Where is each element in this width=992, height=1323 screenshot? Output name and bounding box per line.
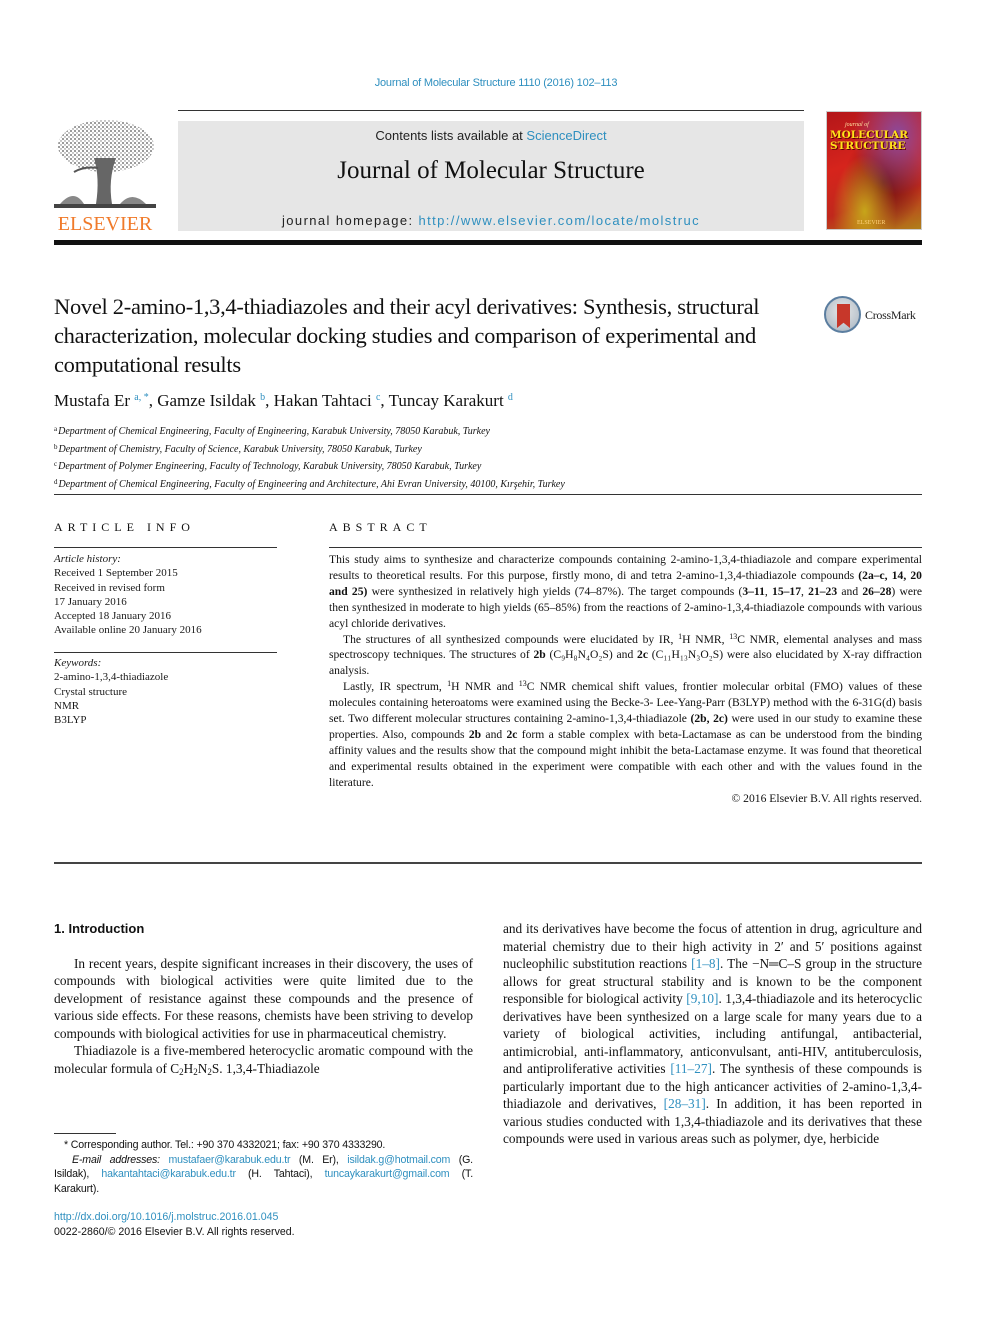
journal-title: Journal of Molecular Structure [337,157,645,184]
keyword: Crystal structure [54,685,128,698]
affiliation-text: Department of Polymer Engineering, Facul… [58,461,482,472]
reference-link[interactable]: [1–8] [691,956,720,971]
abstract-paragraph: This study aims to synthesize and charac… [329,553,922,630]
body-paragraph: Thiadiazole is a five-membered heterocyc… [54,1043,473,1077]
body-column-right: and its derivatives have become the focu… [503,920,922,1148]
crossmark-ribbon-icon [837,304,850,328]
doi-link[interactable]: http://dx.doi.org/10.1016/j.molstruc.201… [54,1211,278,1223]
affiliation: dDepartment of Chemical Engineering, Fac… [54,475,754,493]
author-name[interactable]: Tuncay Karakurt [389,391,504,410]
header-rule-thick [54,240,922,245]
crossmark-button[interactable]: CrossMark [824,296,924,334]
abstract-heading: ABSTRACT [329,520,432,534]
crossmark-icon [824,296,861,333]
divider [329,547,922,548]
affiliation-text: Department of Chemical Engineering, Facu… [58,426,490,437]
contents-line: Contents lists available at ScienceDirec… [178,128,804,143]
abstract-body: This study aims to synthesize and charac… [329,552,922,807]
email-addresses: E-mail addresses: mustafaer@karabuk.edu.… [54,1153,473,1195]
keywords: Keywords: 2-amino-1,3,4-thiadiazole Crys… [54,656,277,727]
author-name[interactable]: Hakan Tahtaci [274,391,372,410]
body-paragraph: and its derivatives have become the focu… [503,921,923,1146]
footnote-divider [54,1133,116,1134]
cover-title-line2: STRUCTURE [830,140,906,152]
affiliation-key: c [54,460,58,468]
footnotes: * Corresponding author. Tel.: +90 370 43… [54,1138,473,1196]
history-item: Received in revised form [54,581,165,594]
journal-citation[interactable]: Journal of Molecular Structure 1110 (201… [0,77,992,89]
article-history: Article history: Received 1 September 20… [54,552,277,638]
affiliation-key: a [54,425,58,433]
affiliation-text: Department of Chemical Engineering, Facu… [58,478,565,490]
header-rule-top [178,110,804,111]
abstract-copyright: © 2016 Elsevier B.V. All rights reserved… [731,791,922,805]
author-name[interactable]: Gamze Isildak [157,391,256,410]
author-affiliation-marker[interactable]: d [508,392,513,403]
body-paragraph: In recent years, despite significant inc… [54,955,473,1041]
author-list: Mustafa Er a, *, Gamze Isildak b, Hakan … [54,391,513,410]
author[interactable]: Hakan Tahtaci c [274,391,381,410]
reference-link[interactable]: [28–31] [664,1096,706,1111]
contents-prefix: Contents lists available at [375,128,527,143]
history-item: Available online 20 January 2016 [54,624,202,637]
tree-icon [54,120,156,208]
cover-publisher: ELSEVIER [857,220,886,226]
keyword: 2-amino-1,3,4-thiadiazole [54,671,169,684]
cover-series-text: journal of [845,122,869,128]
affiliation-key: d [54,477,58,486]
affiliation: bDepartment of Chemistry, Faculty of Sci… [54,440,754,458]
elsevier-wordmark: ELSEVIER [57,213,153,235]
author[interactable]: Gamze Isildak b [157,391,265,410]
affiliation-key: b [54,442,58,451]
author-name[interactable]: Mustafa Er [54,391,130,410]
journal-homepage-link[interactable]: http://www.elsevier.com/locate/molstruc [419,213,700,228]
corresponding-author-note: * Corresponding author. Tel.: +90 370 43… [64,1139,386,1151]
email-link[interactable]: tuncaykarakurt@gmail.com [325,1168,450,1180]
journal-header-band: Contents lists available at ScienceDirec… [178,121,804,231]
keyword: B3LYP [54,714,87,727]
author[interactable]: Tuncay Karakurt d [389,391,513,410]
article-info-heading: ARTICLE INFO [54,520,195,534]
abstract-paragraph: Lastly, IR spectrum, 1H NMR and 13C NMR … [329,679,922,789]
affiliation: cDepartment of Polymer Engineering, Facu… [54,457,754,475]
history-label: Article history: [54,553,121,565]
section-heading-introduction: 1. Introduction [54,921,145,936]
keyword: NMR [54,699,80,712]
email-link[interactable]: hakantahtaci@karabuk.edu.tr [101,1168,236,1180]
author-affiliation-marker[interactable]: a, * [134,392,148,403]
issn-copyright: 0022-2860/© 2016 Elsevier B.V. All right… [54,1226,295,1238]
abstract-paragraph: The structures of all synthesized compou… [329,631,923,678]
history-item: Accepted 18 January 2016 [54,610,171,623]
crossmark-label: CrossMark [865,308,916,322]
affiliation-text: Department of Chemistry, Faculty of Scie… [58,443,422,455]
cover-title: MOLECULAR STRUCTURE [830,130,920,152]
divider [54,652,277,653]
author-affiliation-marker[interactable]: b [260,392,265,403]
author[interactable]: Mustafa Er a, * [54,391,149,410]
divider [54,862,922,864]
divider [54,547,277,548]
homepage-line: journal homepage: http://www.elsevier.co… [178,213,804,228]
reference-link[interactable]: [9,10] [686,991,718,1006]
affiliation: aDepartment of Chemical Engineering, Fac… [54,422,754,440]
affiliation-list: aDepartment of Chemical Engineering, Fac… [54,422,754,492]
body-column-left: 1. Introduction In recent years, despite… [54,920,473,1077]
email-label: E-mail addresses: [72,1153,160,1166]
homepage-prefix: journal homepage: [282,213,419,228]
history-item: 17 January 2016 [54,595,127,608]
author-affiliation-marker[interactable]: c [376,392,380,403]
journal-cover-image[interactable]: journal of MOLECULAR STRUCTURE ELSEVIER [826,111,922,230]
elsevier-logo[interactable]: ELSEVIER [54,118,156,236]
keywords-label: Keywords: [54,657,102,669]
history-item: Received 1 September 2015 [54,567,178,580]
article-title: Novel 2-amino-1,3,4-thiadiazoles and the… [54,294,760,377]
email-link[interactable]: mustafaer@karabuk.edu.tr [168,1154,290,1166]
reference-link[interactable]: [11–27] [670,1061,712,1076]
divider [54,494,922,495]
email-link[interactable]: isildak.g@hotmail.com [347,1154,450,1166]
sciencedirect-link[interactable]: ScienceDirect [526,128,606,143]
